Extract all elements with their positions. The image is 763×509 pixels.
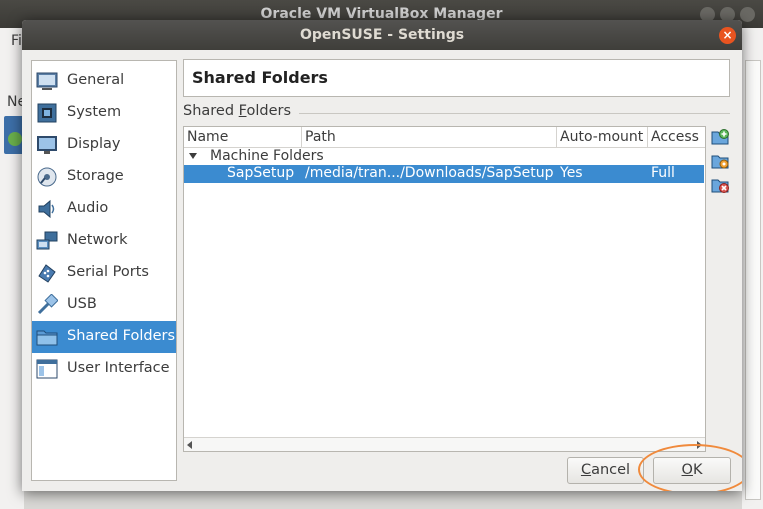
sidebar-item-usb[interactable]: USB [32,289,176,321]
scroll-left-arrow-icon[interactable] [187,441,192,449]
edit-shared-folder-icon[interactable] [711,152,729,170]
column-header-path[interactable]: Path [302,127,557,148]
sidebar-item-label: Display [67,136,121,152]
horizontal-scrollbar[interactable] [184,437,705,451]
remove-shared-folder-icon[interactable] [711,176,729,194]
settings-dialog: OpenSUSE - Settings × General System Dis… [22,20,742,491]
dialog-close-button[interactable]: × [719,27,736,44]
sidebar-item-system[interactable]: System [32,97,176,129]
parent-menu-file[interactable]: Fi [11,33,22,49]
audio-icon [38,199,55,219]
column-header-auto-mount[interactable]: Auto-mount [557,127,648,148]
sidebar-item-label: System [67,104,122,120]
usb-icon [37,294,58,315]
page-header: Shared Folders [183,59,730,97]
general-icon [36,72,58,90]
ok-highlight-circle [638,444,742,491]
shared-folders-table[interactable]: Name Path Auto-mount Access Machine Fold… [183,126,706,452]
sidebar-item-serial-ports[interactable]: Serial Ports [32,257,176,289]
parent-details-pane [745,60,761,500]
column-header-access[interactable]: Access [648,127,705,148]
sidebar-item-label: Shared Folders [67,328,176,344]
expand-arrow-icon[interactable] [189,153,197,159]
sidebar-item-shared-folders[interactable]: Shared Folders [32,321,176,353]
dialog-title: OpenSUSE - Settings [299,27,465,43]
sidebar-item-network[interactable]: Network [32,225,176,257]
sidebar-item-general[interactable]: General [32,65,176,97]
shared-folders-icon [36,330,58,346]
sidebar-item-label: USB [67,296,97,312]
sidebar-item-label: Serial Ports [67,264,149,280]
column-header-name[interactable]: Name [184,127,302,148]
sidebar-item-label: Storage [67,168,124,184]
sidebar-item-storage[interactable]: Storage [32,161,176,193]
settings-sidebar: General System Display Storage Audio Net… [31,60,177,481]
shared-folders-group-label: Shared Folders [183,103,300,119]
table-row[interactable]: SapSetup /media/tran.../Downloads/SapSet… [184,165,704,183]
sidebar-item-label: User Interface [67,360,170,376]
sidebar-item-label: Audio [67,200,109,216]
sidebar-item-audio[interactable]: Audio [32,193,176,225]
group-row-machine-folders[interactable]: Machine Folders [184,148,705,165]
cancel-button[interactable]: Cancel [567,457,644,484]
add-shared-folder-icon[interactable] [711,128,729,146]
display-icon [37,136,57,154]
system-icon [37,103,57,123]
cell-access: Full [651,165,675,181]
table-header: Name Path Auto-mount Access [184,127,705,148]
page-title: Shared Folders [192,68,328,87]
cell-name: SapSetup [227,165,295,181]
user-interface-icon [36,359,58,379]
cell-path: /media/tran.../Downloads/SapSetup [305,165,554,181]
sidebar-item-display[interactable]: Display [32,129,176,161]
parent-close-button[interactable] [740,7,755,22]
serial-ports-icon [38,264,56,283]
cell-auto-mount: Yes [560,165,583,181]
sidebar-item-label: General [67,72,125,88]
group-row-label: Machine Folders [210,148,324,164]
network-icon [36,231,58,250]
sidebar-item-label: Network [67,232,128,248]
sidebar-item-user-interface[interactable]: User Interface [32,353,176,385]
storage-icon [37,167,57,187]
